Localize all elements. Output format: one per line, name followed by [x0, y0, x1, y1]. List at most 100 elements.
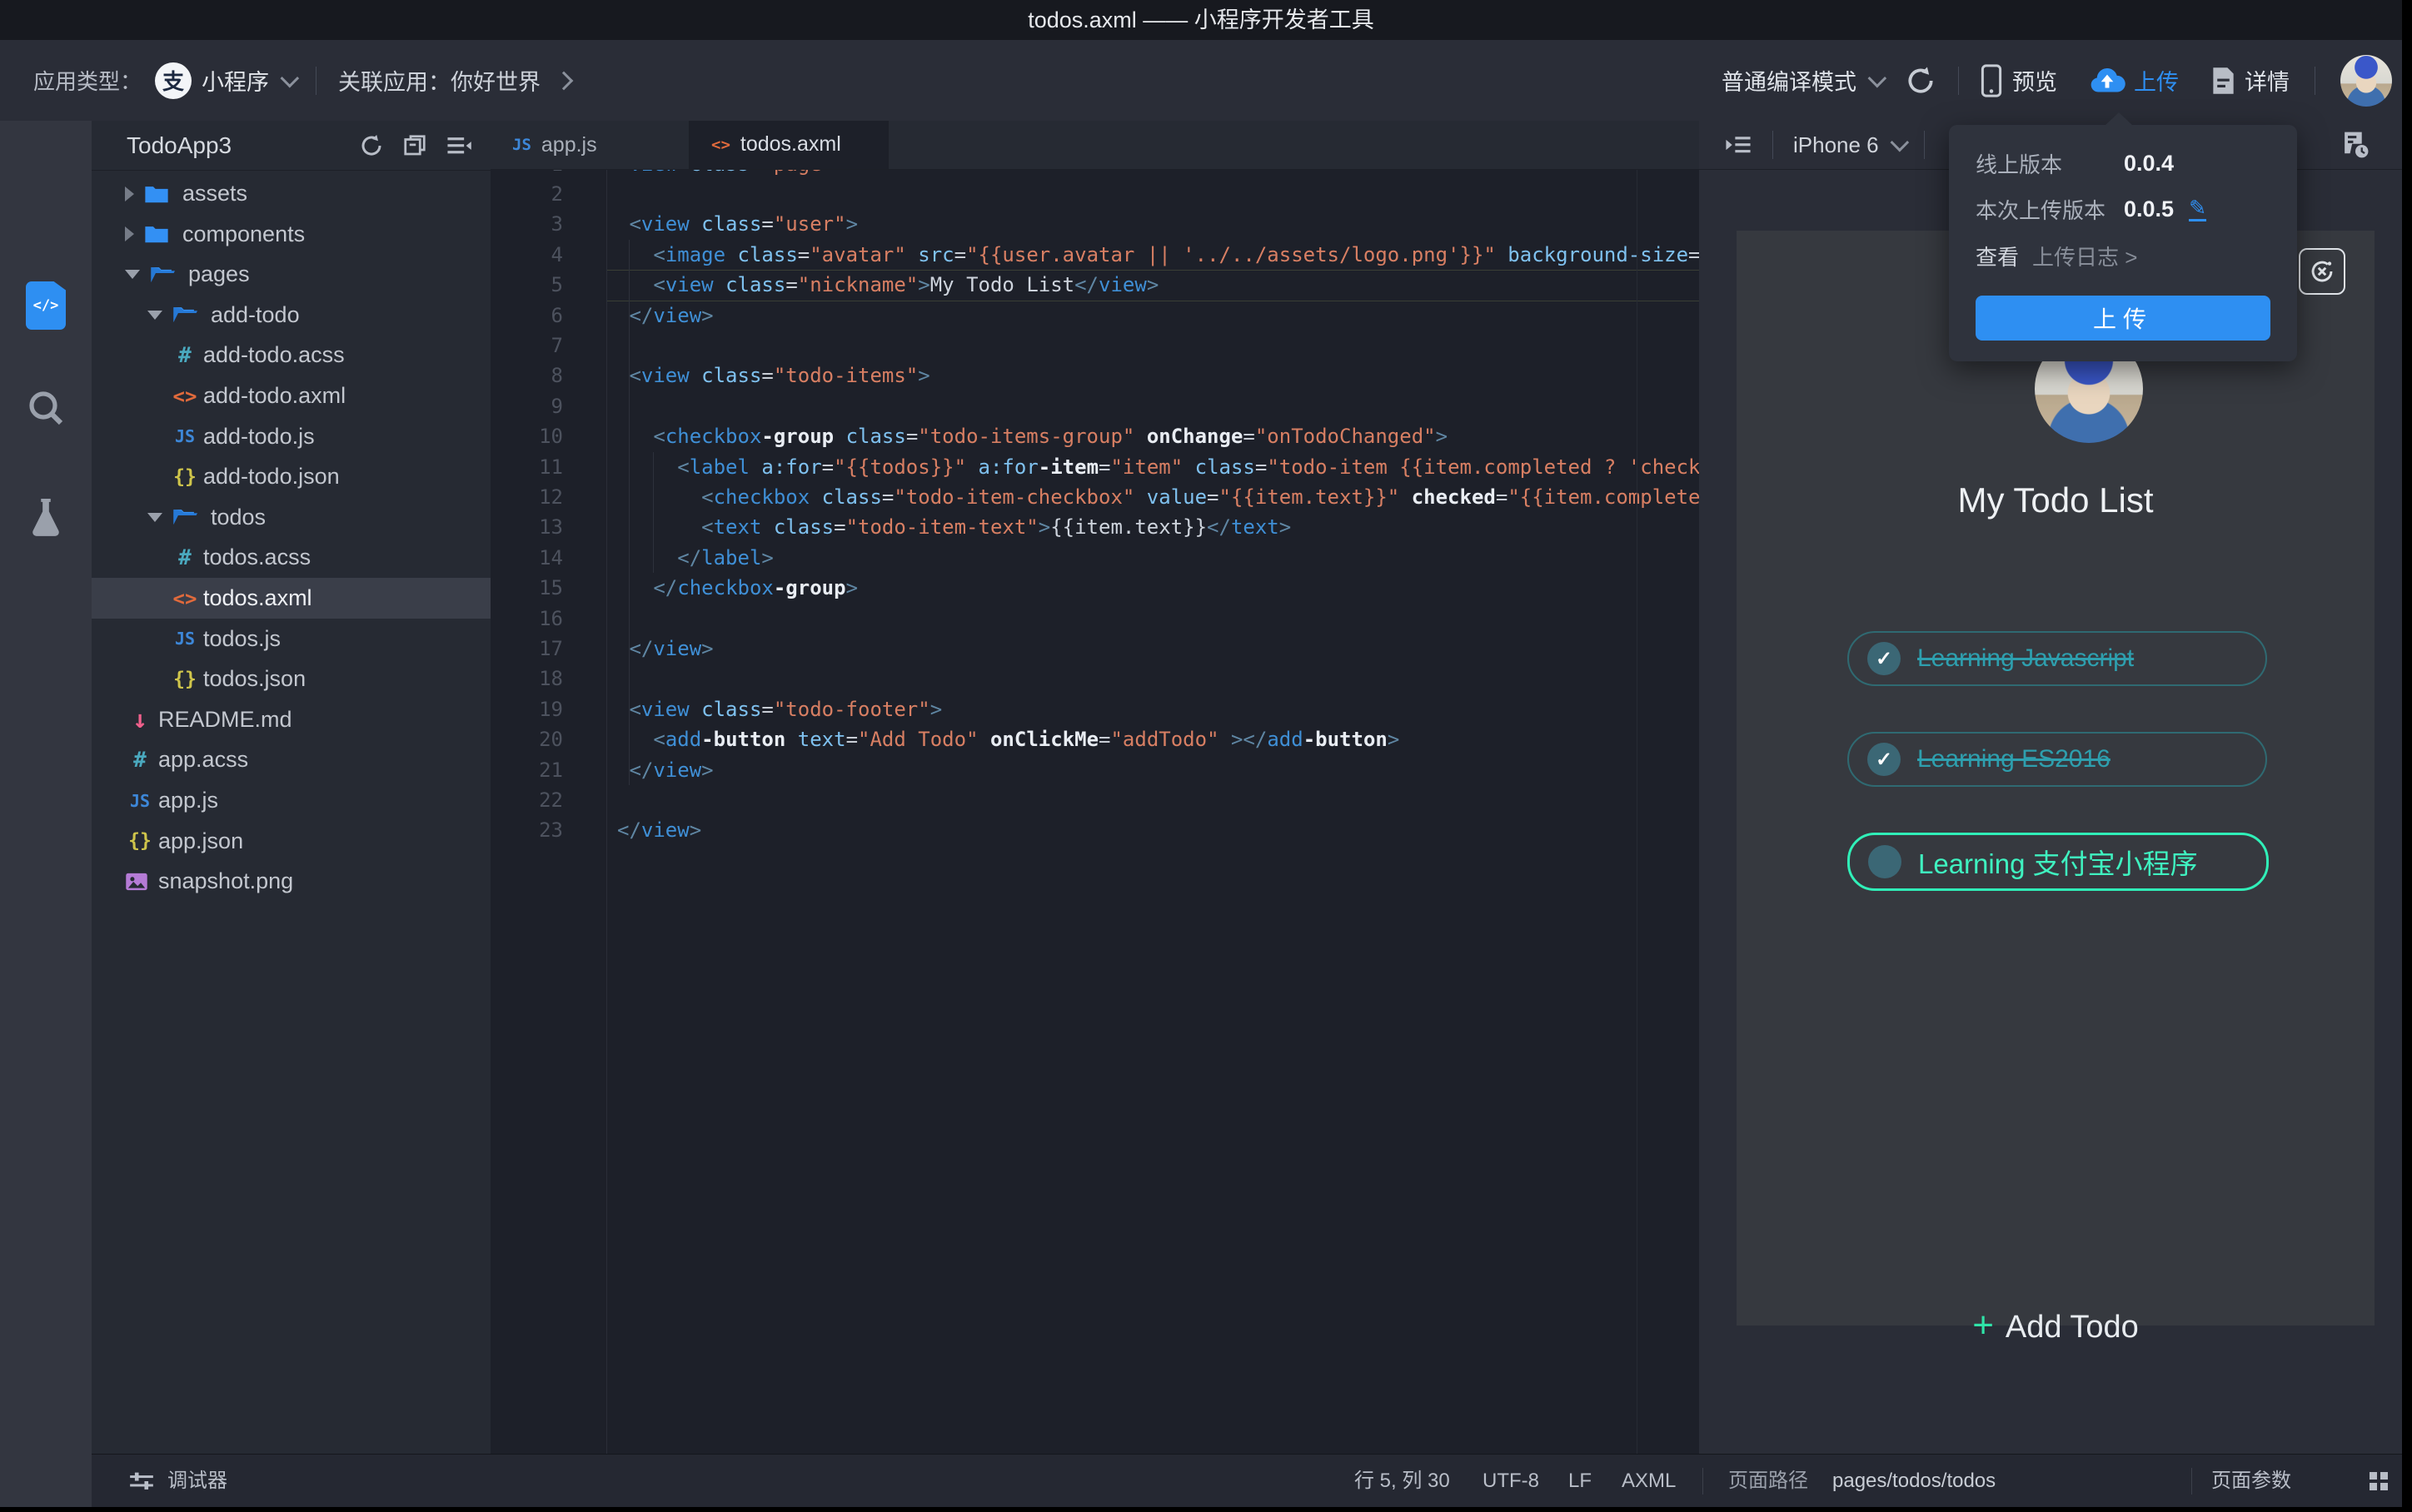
code-line-8[interactable]: <view class="todo-items"> — [617, 361, 929, 390]
code-line-12[interactable]: <checkbox class="todo-item-checkbox" val… — [617, 482, 1699, 512]
device-select[interactable]: iPhone 6 — [1793, 132, 1879, 158]
related-app[interactable]: 关联应用：你好世界 — [338, 64, 541, 97]
header-right: 普通编译模式 预览 上传 详情 — [1722, 40, 2392, 121]
tree-item-add-todo.acss[interactable]: # add-todo.acss — [92, 335, 491, 376]
user-avatar[interactable] — [2340, 54, 2392, 107]
layout-grid-icon[interactable] — [2370, 1455, 2388, 1507]
search-icon[interactable] — [0, 368, 92, 448]
add-todo-button[interactable]: + Add Todo — [1737, 1305, 2375, 1346]
tree-item-todos[interactable]: todos — [92, 497, 491, 538]
refresh-icon[interactable] — [1905, 65, 1936, 97]
debugger-toggle[interactable]: 调试器 — [129, 1455, 227, 1507]
chevron-down-icon[interactable] — [1867, 68, 1887, 87]
tree-item-app.js[interactable]: JS app.js — [92, 780, 491, 821]
chevron-down-icon[interactable] — [280, 68, 300, 87]
divider — [1958, 66, 1959, 95]
tree-arrow-icon[interactable] — [125, 270, 140, 280]
tree-item-todos.axml[interactable]: <> todos.axml — [92, 578, 491, 619]
checked-circle-icon[interactable]: ✓ — [1867, 743, 1901, 776]
code-line-20[interactable]: <add-button text="Add Todo" onClickMe="a… — [617, 724, 1399, 754]
line-number: 20 — [539, 728, 563, 752]
flask-icon[interactable] — [0, 478, 92, 558]
tree-item-app.json[interactable]: {} app.json — [92, 821, 491, 862]
code-line-19[interactable]: <view class="todo-footer"> — [617, 694, 942, 724]
restart-mini-app-button[interactable] — [2299, 248, 2345, 295]
code-line-11[interactable]: <label a:for="{{todos}}" a:for-item="ite… — [617, 452, 1699, 482]
tree-arrow-icon[interactable] — [147, 310, 162, 320]
page-params-button[interactable]: 页面参数 — [2211, 1455, 2291, 1507]
code-line-13[interactable]: <text class="todo-item-text">{{item.text… — [617, 512, 1291, 542]
titlebar: todos.axml —— 小程序开发者工具 — [0, 0, 2402, 40]
tree-item-app.acss[interactable]: # app.acss — [92, 739, 491, 780]
todo-item-text: Learning Javascript — [1917, 644, 2135, 672]
code-line-17[interactable]: </view> — [617, 634, 713, 664]
chevron-right-icon[interactable] — [554, 71, 574, 90]
preview-button[interactable]: 预览 — [1981, 63, 2057, 97]
details-button[interactable]: 详情 — [2212, 64, 2290, 97]
tree-item-pages[interactable]: pages — [92, 254, 491, 295]
collapse-all-icon[interactable] — [446, 133, 472, 158]
popup-upload-button[interactable]: 上传 — [1976, 296, 2270, 341]
eol-type: LF — [1568, 1470, 1592, 1492]
tree-item-todos.json[interactable]: {} todos.json — [92, 659, 491, 699]
line-number: 23 — [539, 818, 563, 843]
tree-item-snapshot.png[interactable]: snapshot.png — [92, 861, 491, 902]
compile-mode-select[interactable]: 普通编译模式 — [1722, 64, 1856, 97]
tree-arrow-icon[interactable] — [125, 186, 134, 201]
axml-file-icon: <> — [172, 384, 197, 408]
new-window-icon[interactable] — [402, 133, 427, 158]
indent-guide — [653, 451, 654, 574]
line-number: 7 — [551, 334, 563, 357]
tree-item-add-todo.js[interactable]: JS add-todo.js — [92, 416, 491, 457]
tree-item-label: add-todo — [211, 301, 300, 327]
online-version-row: 线上版本 0.0.4 — [1976, 151, 2175, 177]
tab-label: app.js — [541, 132, 597, 157]
code-line-23[interactable]: </view> — [617, 815, 701, 845]
upload-log-link[interactable]: 上传日志 > — [2032, 241, 2137, 271]
todo-item[interactable]: ✓ Learning Javascript — [1847, 631, 2267, 686]
code-file-icon[interactable]: </> — [0, 266, 92, 346]
tree-arrow-icon[interactable] — [125, 226, 134, 242]
tab-label: todos.axml — [740, 132, 841, 156]
app-type-value[interactable]: 小程序 — [202, 64, 269, 97]
chevron-down-icon[interactable] — [1890, 132, 1909, 152]
edit-version-icon[interactable]: ✎ — [2189, 197, 2207, 221]
code-line-5[interactable]: <view class="nickname">My Todo List</vie… — [617, 270, 1159, 300]
refresh-icon[interactable] — [359, 133, 384, 158]
unchecked-circle-icon[interactable] — [1868, 845, 1901, 878]
alipay-logo-icon: 支 — [155, 62, 192, 99]
upload-button[interactable]: 上传 — [2089, 64, 2179, 97]
divider — [1923, 131, 1925, 159]
code-line-14[interactable]: </label> — [617, 543, 774, 573]
panel-toggle-icon[interactable] — [1724, 132, 1752, 157]
todo-item[interactable]: ✓ Learning ES2016 — [1847, 732, 2267, 787]
folder-icon — [144, 184, 169, 204]
history-icon[interactable] — [2340, 130, 2370, 160]
tree-arrow-icon[interactable] — [147, 512, 162, 522]
tree-item-add-todo.json[interactable]: {} add-todo.json — [92, 456, 491, 497]
tree-item-todos.acss[interactable]: # todos.acss — [92, 537, 491, 578]
code-editor[interactable]: 1<view class="page">23 <view class="user… — [491, 121, 1699, 1454]
tree-item-label: todos — [211, 504, 267, 530]
status-bar: 调试器 行 5, 列 30 UTF-8 LF AXML 页面路径 pages/t… — [92, 1454, 2402, 1507]
code-line-6[interactable]: </view> — [617, 301, 713, 331]
code-line-21[interactable]: </view> — [617, 755, 713, 785]
todo-item[interactable]: Learning 支付宝小程序 — [1847, 833, 2269, 891]
tree-item-components[interactable]: components — [92, 214, 491, 255]
tree-item-add-todo[interactable]: add-todo — [92, 295, 491, 336]
phone-icon — [1981, 63, 2002, 97]
tree-item-todos.js[interactable]: JS todos.js — [92, 619, 491, 659]
tree-item-assets[interactable]: assets — [92, 173, 491, 214]
tree-item-label: add-todo.acss — [203, 342, 345, 368]
tree-item-add-todo.axml[interactable]: <> add-todo.axml — [92, 376, 491, 416]
code-line-3[interactable]: <view class="user"> — [617, 209, 858, 239]
code-line-10[interactable]: <checkbox-group class="todo-items-group"… — [617, 421, 1448, 451]
tab-todos.axml[interactable]: <> todos.axml — [690, 121, 889, 169]
tree-item-README.md[interactable]: ↓ README.md — [92, 699, 491, 740]
online-version-value: 0.0.4 — [2124, 151, 2175, 176]
tree-item-label: todos.json — [203, 666, 306, 692]
checked-circle-icon[interactable]: ✓ — [1867, 642, 1901, 675]
code-line-4[interactable]: <image class="avatar" src="{{user.avatar… — [617, 240, 1699, 270]
tab-app.js[interactable]: JS app.js — [491, 121, 690, 169]
code-line-15[interactable]: </checkbox-group> — [617, 573, 858, 603]
